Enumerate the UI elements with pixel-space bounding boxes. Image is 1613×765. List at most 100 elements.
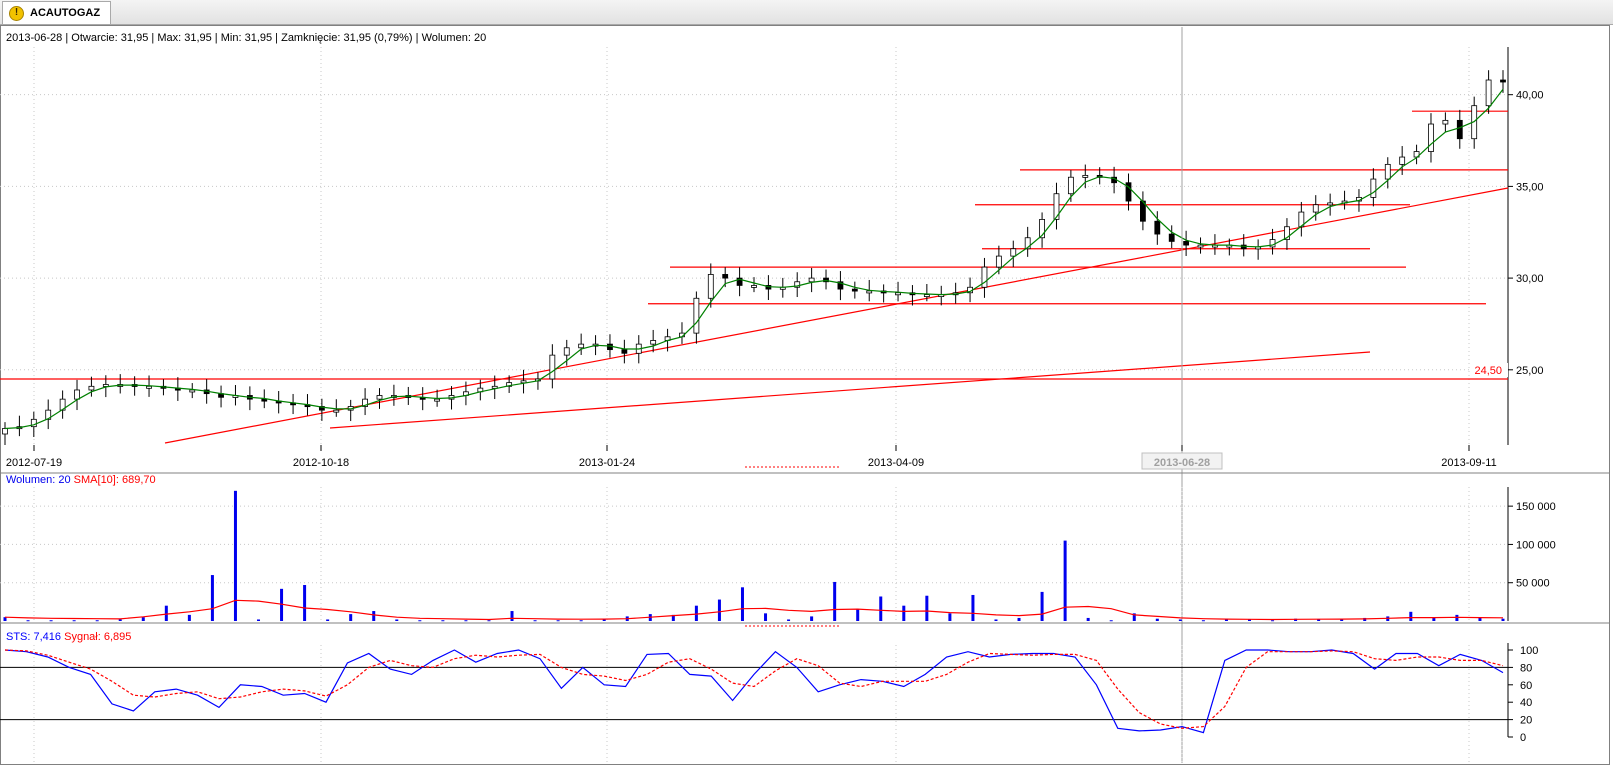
- candle-body-103: [1485, 79, 1492, 107]
- volume-bar-62: [1432, 617, 1436, 621]
- stock-chart[interactable]: 2013-06-28 | Otwarcie: 31,95 | Max: 31,9…: [0, 25, 1613, 765]
- volume-bar-22: [510, 611, 514, 621]
- volume-bar-44: [1017, 617, 1021, 621]
- candle-body-96: [1384, 163, 1391, 180]
- sts-y-tick-label-4: 80: [1520, 662, 1532, 674]
- candle-body-83: [1197, 244, 1204, 248]
- sts-y-tick-label-1: 20: [1520, 715, 1532, 727]
- x-tick-label-3: 2013-04-09: [868, 457, 924, 469]
- volume-bar-38: [879, 596, 883, 621]
- volume-bar-61: [1409, 611, 1413, 621]
- candle-body-101: [1456, 119, 1463, 140]
- volume-bar-13: [303, 585, 307, 621]
- candle-body-43: [621, 349, 628, 354]
- volume-bar-5: [118, 619, 122, 621]
- candle-body-75: [1082, 174, 1089, 178]
- volume-bar-36: [833, 581, 837, 621]
- volume-bar-52: [1201, 620, 1205, 622]
- sts-label: STS: 7,416: [6, 631, 61, 643]
- info-open-label: Otwarcie:: [71, 32, 117, 44]
- sts-y-tick-label-2: 40: [1520, 697, 1532, 709]
- candle-body-5: [74, 389, 80, 400]
- volume-bar-4: [95, 620, 99, 622]
- candle-body-13: [189, 389, 196, 393]
- x-tick-label-1: 2012-10-18: [293, 457, 349, 469]
- candle-body-6: [88, 385, 95, 391]
- candle-body-92: [1327, 202, 1334, 206]
- volume-bar-42: [971, 594, 975, 621]
- candle-body-10: [146, 385, 152, 389]
- candle-body-68: [981, 266, 988, 288]
- volume-label: Wolumen: 20: [6, 474, 71, 486]
- volume-bar-35: [810, 616, 814, 621]
- volume-bar-33: [764, 613, 768, 621]
- volume-bar-55: [1271, 620, 1275, 622]
- info-min: 31,95: [245, 32, 273, 44]
- x-tick-label-0: 2012-07-19: [6, 457, 62, 469]
- candle-body-91: [1312, 204, 1319, 213]
- volume-bar-45: [1040, 591, 1044, 621]
- candle-body-40: [578, 343, 585, 349]
- sts-header: STS: 7,416 Sygnał: 6,895: [6, 631, 131, 643]
- price-y-tick-label-2: 35,00: [1516, 181, 1544, 193]
- price-y-tick-label-3: 40,00: [1516, 90, 1544, 102]
- candle-body-45: [650, 340, 657, 345]
- chart-frame: [0, 25, 1610, 765]
- volume-bar-47: [1086, 617, 1090, 621]
- candle-body-50: [722, 274, 729, 279]
- info-open: 31,95: [121, 32, 149, 44]
- volume-bar-2: [49, 620, 53, 622]
- volume-bar-46: [1063, 540, 1067, 621]
- volume-bar-37: [856, 609, 860, 621]
- info-max: 31,95: [184, 32, 212, 44]
- info-volume: 20: [474, 32, 486, 44]
- info-close-label: Zamknięcie:: [281, 32, 340, 44]
- volume-bar-21: [487, 620, 491, 622]
- tab-symbol-label: ACAUTOGAZ: [30, 7, 101, 19]
- candle-body-39: [563, 347, 570, 356]
- sts-signal-label: Sygnał: 6,895: [64, 631, 131, 643]
- info-line: 2013-06-28 | Otwarcie: 31,95 | Max: 31,9…: [6, 32, 486, 44]
- volume-bar-40: [925, 595, 929, 621]
- volume-header: Wolumen: 20 SMA[10]: 689,70: [6, 474, 156, 486]
- candle-body-48: [693, 297, 700, 334]
- candle-body-52: [751, 285, 757, 288]
- volume-bar-10: [233, 490, 237, 621]
- volume-bar-9: [210, 575, 214, 621]
- volume-bar-16: [372, 611, 376, 621]
- candle-body-0: [2, 428, 8, 435]
- crosshair-date-label: 2013-06-28: [1154, 457, 1210, 469]
- volume-bar-20: [464, 620, 468, 622]
- volume-bar-48: [1109, 620, 1113, 622]
- volume-bar-30: [694, 605, 698, 621]
- volume-bar-18: [418, 620, 422, 622]
- volume-bar-7: [164, 605, 168, 621]
- candle-body-64: [923, 294, 930, 298]
- volume-bar-1: [26, 620, 30, 622]
- x-tick-label-2: 2013-01-24: [579, 457, 635, 469]
- volume-bar-8: [187, 614, 191, 621]
- info-date: 2013-06-28: [6, 32, 62, 44]
- candle-body-70: [1010, 248, 1017, 257]
- candle-body-62: [895, 292, 901, 296]
- volume-bar-15: [349, 614, 353, 621]
- info-change: (0,79%): [374, 32, 413, 44]
- chart-tab[interactable]: ! ACAUTOGAZ: [2, 1, 112, 24]
- candle-body-49: [707, 274, 714, 299]
- candle-body-60: [866, 290, 873, 294]
- volume-bar-17: [395, 619, 399, 621]
- candle-body-59: [851, 288, 858, 292]
- volume-sma-label: SMA[10]: 689,70: [74, 474, 156, 486]
- price-y-tick-label-0: 25,00: [1516, 365, 1544, 377]
- volume-bar-3: [72, 620, 76, 622]
- price-y-tick-label-1: 30,00: [1516, 273, 1544, 285]
- candle-body-80: [1154, 220, 1161, 235]
- candle-body-104: [1500, 79, 1506, 83]
- volume-bar-63: [1455, 614, 1459, 621]
- candle-body-26: [376, 395, 383, 400]
- candle-body-56: [808, 277, 815, 283]
- candle-body-97: [1399, 156, 1406, 165]
- volume-bar-50: [1155, 618, 1159, 621]
- candle-body-30: [434, 398, 441, 402]
- volume-bar-14: [326, 619, 330, 621]
